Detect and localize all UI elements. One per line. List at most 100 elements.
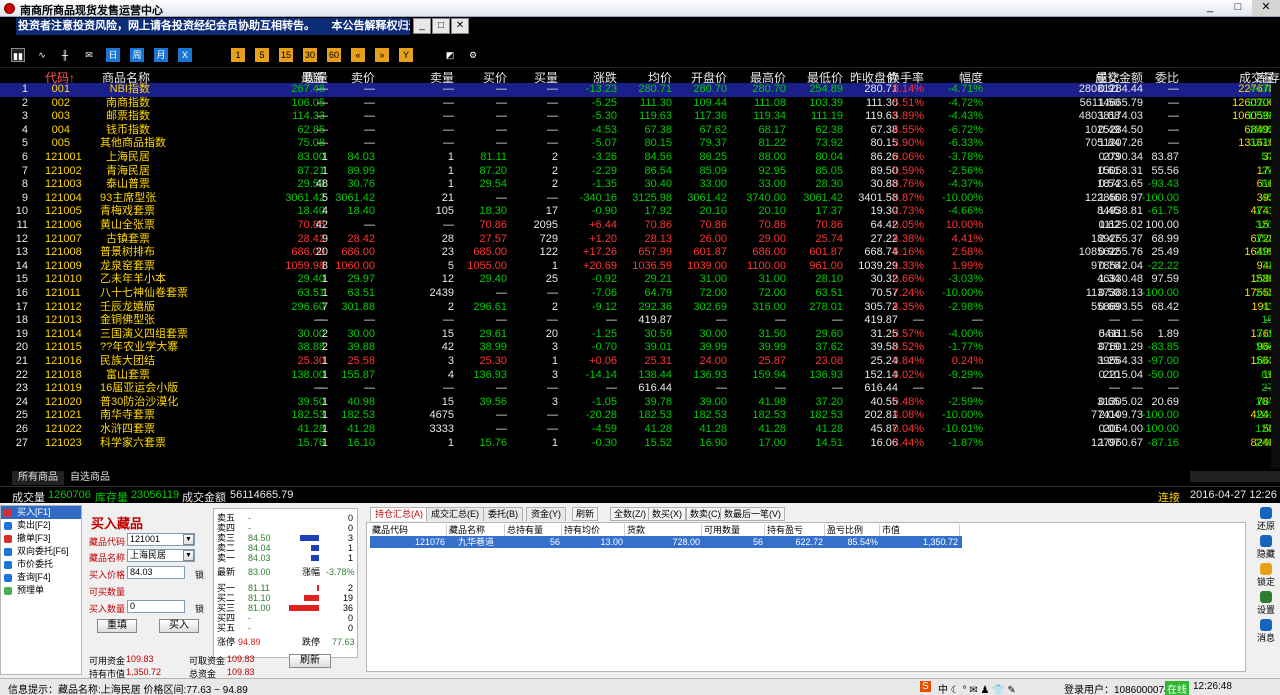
table-row[interactable]: 3 003 邮票指数 114.33— — — — — -5.30 119.63 117.36 119.… <box>0 110 1280 124</box>
nav-item[interactable]: 市价委托 <box>1 558 81 571</box>
query-tab[interactable]: 持仓汇总(A) <box>370 507 428 521</box>
qty-lock-checkbox[interactable]: 锁 <box>195 602 204 615</box>
close-button[interactable]: ✕ <box>1252 0 1280 16</box>
table-row[interactable]: 16 121011 八十七神仙卷套票 63.51 1 63.51 2439 — — -7.06 64… <box>0 287 1280 301</box>
table-row[interactable]: 7 121002 青海民居 87.21 1 89.99 1 87.20 2 -2.29 86.54 8… <box>0 165 1280 179</box>
ime-toolbar[interactable]: 中 ☾ ° ✉ ♟ 👕 ✎ <box>938 681 1016 695</box>
query-button[interactable]: 数卖(C) <box>686 507 725 521</box>
table-row[interactable]: 8 121003 泰山普票 29.53 48 30.76 1 29.54 2 -1.35 30.40… <box>0 178 1280 192</box>
year-icon[interactable]: Y <box>399 48 413 62</box>
table-row[interactable]: 12 121007 古镇套票 28.42 9 28.42 28 27.57 729 +1.20 28… <box>0 233 1280 247</box>
num5-icon[interactable]: 5 <box>255 48 269 62</box>
holdings-header[interactable]: 藏品名称 <box>447 524 505 536</box>
candle-icon[interactable]: ╫ <box>58 48 72 62</box>
reset-button[interactable]: 重填 <box>97 619 137 633</box>
sidebar-action[interactable]: 锁定 <box>1252 563 1280 589</box>
tab-favorites[interactable]: 自选商品 <box>64 471 116 485</box>
query-button[interactable]: 全数(Z/) <box>610 507 650 521</box>
table-row[interactable]: 10 121005 青梅戏套票 18.40 4 18.40 105 18.30 17 -0.90 1… <box>0 205 1280 219</box>
table-row[interactable]: 11 121006 黄山全张票 70.86 42 — — 70.86 2095 +6.44 70.8… <box>0 219 1280 233</box>
table-row[interactable]: 9 121004 93主席型张 3061.42 5 3061.42 21 — — -340.16 3… <box>0 192 1280 206</box>
table-row[interactable]: 14 121009 龙泉窑套票 1059.98 8 1060.00 5 1055.00 1 +20… <box>0 260 1280 274</box>
sidebar-action[interactable]: 消息 <box>1252 619 1280 645</box>
month-icon[interactable]: 月 <box>154 48 168 62</box>
table-row[interactable]: 23 121019 16届亚运会小版 — — — — — — —616.44— — —616.44— —… <box>0 382 1280 396</box>
num30-icon[interactable]: 30 <box>303 48 317 62</box>
x-icon[interactable]: X <box>178 48 192 62</box>
qty-input[interactable]: 0 <box>127 600 185 613</box>
ticker-close-button[interactable]: ✕ <box>451 18 469 34</box>
query-tab[interactable]: 成交汇总(E) <box>426 507 484 521</box>
table-row[interactable]: 26 121022 水浒四套票 41.28 1 41.28 3333 — — -4.59 41.28… <box>0 423 1280 437</box>
table-row[interactable]: 18 121013 金铜佛型张 — — — — — — —419.87— — —419.87— — — — —… <box>0 314 1280 328</box>
week-icon[interactable]: 周 <box>130 48 144 62</box>
nav-item[interactable]: 撤单[F3] <box>1 532 81 545</box>
holdings-header[interactable]: 持有盈亏 <box>765 524 825 536</box>
sidebar-action[interactable]: 设置 <box>1252 591 1280 617</box>
table-row[interactable]: 5 005 其他商品指数 75.08— — — — — -5.07 80.15 79.37 81.22… <box>0 137 1280 151</box>
code-dropdown-icon[interactable]: ▼ <box>183 534 194 545</box>
table-row[interactable]: 6 121001 上海民居 83.00 1 84.03 1 81.11 2 -3.26 84.56 8… <box>0 151 1280 165</box>
day-icon[interactable]: 日 <box>106 48 120 62</box>
table-row[interactable]: 17 121012 壬辰龙嬉版 296.60 7 301.88 2 296.61 2 -9.12 2… <box>0 301 1280 315</box>
nav-item[interactable]: 查询[F4] <box>1 571 81 584</box>
settings-icon[interactable]: ⚙ <box>466 48 480 62</box>
cell: 301.88 <box>341 300 375 313</box>
table-row[interactable]: 19 121014 三国演义四组套票 30.00 2 30.00 15 29.61 20 -1.2… <box>0 328 1280 342</box>
table-row[interactable]: 15 121010 乙未年羊小本 29.40 1 29.97 12 29.40 25 -0.92 2… <box>0 273 1280 287</box>
num60-icon[interactable]: 60 <box>327 48 341 62</box>
horizontal-scrollbar[interactable] <box>1190 471 1280 482</box>
holdings-header[interactable]: 持有均价 <box>562 524 625 536</box>
price-input[interactable]: 84.03 <box>127 566 185 579</box>
holdings-header[interactable]: 可用数量 <box>702 524 765 536</box>
query-tab[interactable]: 资金(Y) <box>526 507 566 521</box>
holdings-header[interactable]: 市值 <box>880 524 960 536</box>
ticker-minimize-button[interactable]: _ <box>413 18 431 34</box>
sidebar-action[interactable]: 隐藏 <box>1252 535 1280 561</box>
nav-item[interactable]: 预埋单 <box>1 584 81 597</box>
num15-icon[interactable]: 15 <box>279 48 293 62</box>
nav-item[interactable]: 买入[F1] <box>1 506 81 519</box>
ime-s-icon[interactable]: S <box>920 681 931 692</box>
table-row[interactable]: 24 121020 普30防治沙漠化 39.50 1 40.98 15 39.56 3 -1.05… <box>0 396 1280 410</box>
table-row[interactable]: 20 121015 ??年农业学大寨 38.88 2 39.88 42 38.99 3 -0.70… <box>0 341 1280 355</box>
buy-button[interactable]: 买入 <box>159 619 199 633</box>
holdings-row[interactable]: 121076 九华巷道 56 13.00 728.00 56 622.72 85.54% 1,3… <box>370 536 962 548</box>
grid-scrollbar[interactable] <box>1271 83 1280 468</box>
nav-item[interactable]: 双向委托[F6] <box>1 545 81 558</box>
table-row[interactable]: 25 121021 南华寺套票 182.53 1 182.53 4675 — — -20.28 18… <box>0 409 1280 423</box>
table-row[interactable]: 22 121018 富山套票 138.00 1 155.87 4 136.93 3 -14.14 1… <box>0 369 1280 383</box>
name-dropdown-icon[interactable]: ▼ <box>183 550 194 561</box>
holdings-header[interactable]: 盈亏比例 <box>825 524 880 536</box>
table-row[interactable]: 1 001 NBI指数 267.48— — — — — -13.23 280.71 280.70 28… <box>0 83 1280 97</box>
ticker-restore-button[interactable]: □ <box>432 18 450 34</box>
holdings-header[interactable]: 总持有量 <box>505 524 562 536</box>
mail-icon[interactable]: ✉ <box>82 48 96 62</box>
line-chart-icon[interactable]: ∿ <box>35 48 49 62</box>
tab-all-products[interactable]: 所有商品 <box>12 471 64 485</box>
price-lock-checkbox[interactable]: 锁 <box>195 568 204 581</box>
table-row[interactable]: 4 004 钱币指数 62.85— — — — — -4.53 67.38 67.62 68.17 62… <box>0 124 1280 138</box>
query-button[interactable]: 数买(X) <box>648 507 686 521</box>
query-tab[interactable]: 委托(B) <box>483 507 523 521</box>
minimize-button[interactable]: _ <box>1196 0 1224 16</box>
grid-header: 代码↑ 商品名称 最新 现量 卖价 卖量 买价 买量 涨跌 均价 开盘价 最高价 最低价 昨收盘价 换手率幅… <box>0 68 1280 85</box>
table-row[interactable]: 27 121023 科学家六套票 15.76 1 16.10 1 15.76 1 -0.30 15.… <box>0 437 1280 451</box>
nav-item[interactable]: 卖出[F2] <box>1 519 81 532</box>
chart-icon[interactable]: ◩ <box>443 48 457 62</box>
back-icon[interactable]: « <box>351 48 365 62</box>
table-row[interactable]: 21 121016 民族大团结 25.30 1 25.58 3 25.30 1 +0.06 25.3… <box>0 355 1280 369</box>
sidebar-action[interactable]: 还原 <box>1252 507 1280 533</box>
refresh-funds-button[interactable]: 刷新 <box>289 654 331 668</box>
maximize-button[interactable]: □ <box>1224 0 1252 16</box>
holdings-header[interactable]: 货款 <box>625 524 702 536</box>
cell: 28.13 <box>644 232 672 245</box>
table-row[interactable]: 13 121008 普景树排布 686.00 20 686.00 23 685.00 122 +1… <box>0 246 1280 260</box>
bar-chart-icon[interactable]: ▮▮ <box>11 48 25 62</box>
holdings-header[interactable]: 藏品代码 <box>370 524 447 536</box>
query-button[interactable]: 数最后一笔(V) <box>720 507 785 521</box>
query-button[interactable]: 刷新 <box>572 507 599 521</box>
forward-icon[interactable]: » <box>375 48 389 62</box>
table-row[interactable]: 2 002 南商指数 106.05— — — — — -5.25 111.30 109.44 111.… <box>0 97 1280 111</box>
num1-icon[interactable]: 1 <box>231 48 245 62</box>
